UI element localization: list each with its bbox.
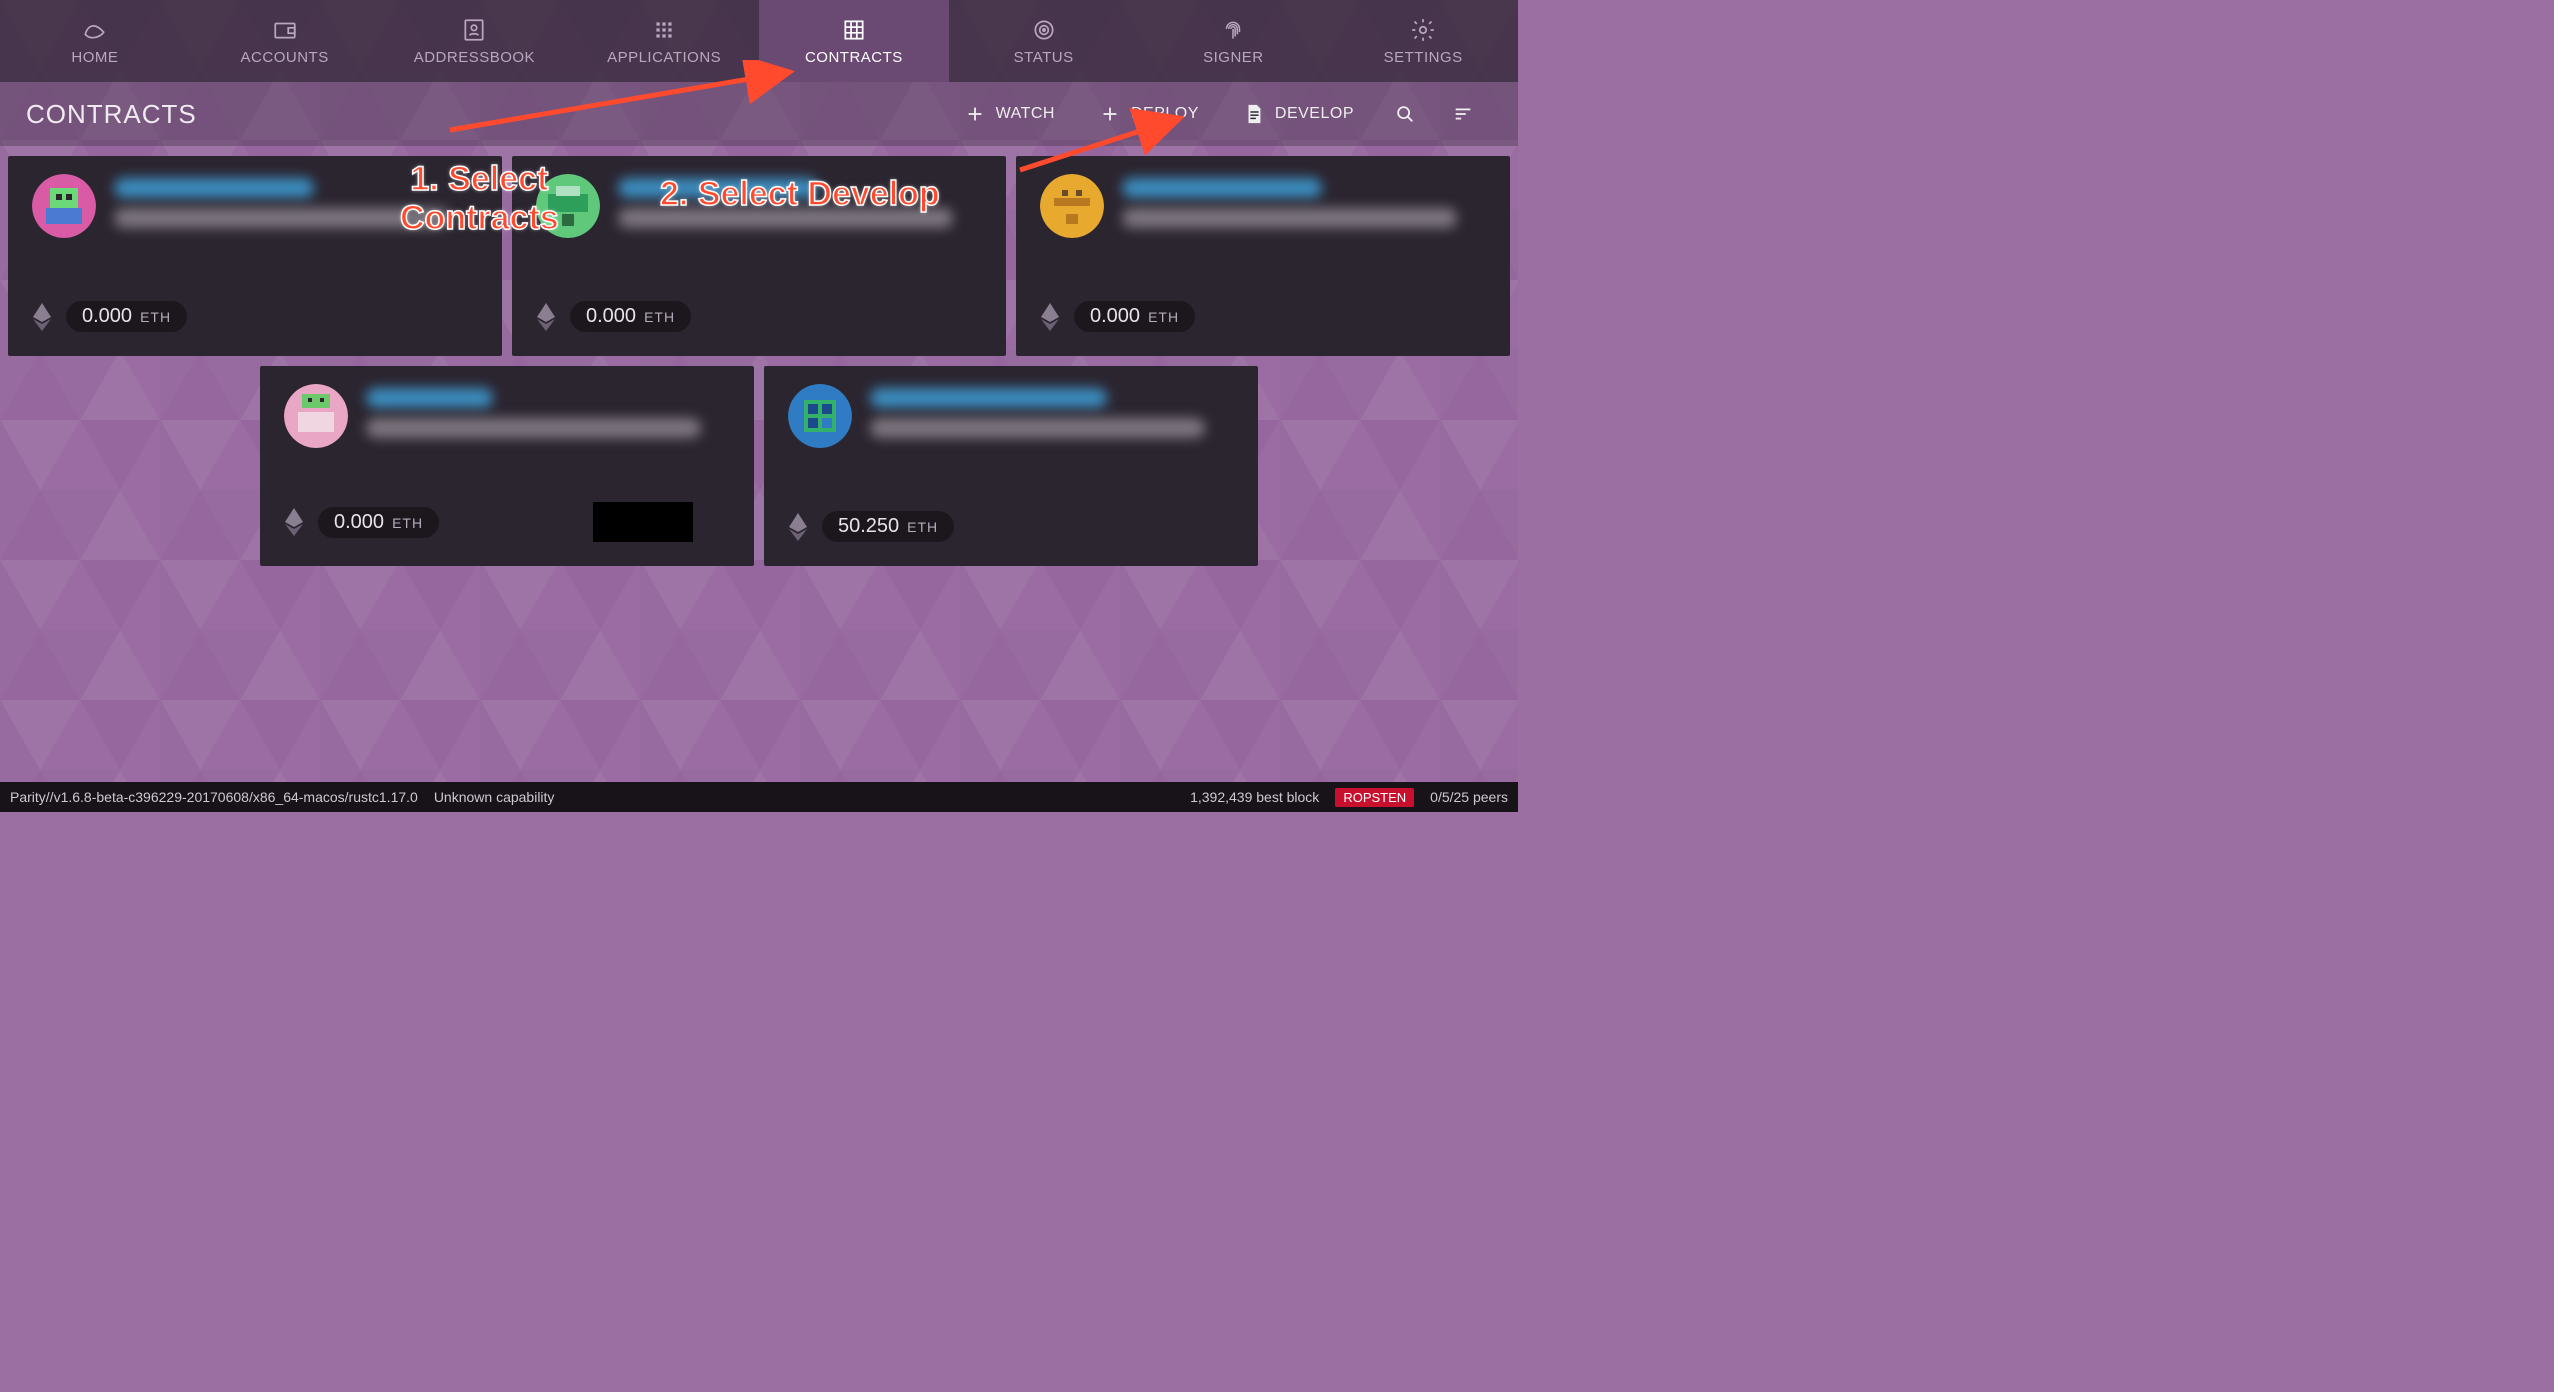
identicon-avatar — [536, 174, 600, 238]
best-block-text: 1,392,439 best block — [1190, 789, 1319, 805]
contracts-grid: 0.000 ETH 0.000 ETH — [0, 146, 1518, 586]
nav-label: CONTRACTS — [805, 49, 903, 66]
balance-pill: 0.000 ETH — [570, 301, 691, 332]
balance-value: 0.000 — [586, 305, 636, 328]
balance-currency: ETH — [644, 309, 675, 325]
nav-applications[interactable]: APPLICATIONS — [569, 0, 759, 82]
contract-info-blurred — [1122, 174, 1486, 238]
wallet-icon — [272, 17, 298, 43]
plus-icon — [964, 103, 986, 125]
nav-label: APPLICATIONS — [607, 49, 721, 66]
deploy-button[interactable]: DEPLOY — [1077, 82, 1221, 146]
balance-pill: 0.000 ETH — [1074, 301, 1195, 332]
target-icon — [1031, 17, 1057, 43]
identicon-avatar — [284, 384, 348, 448]
action-label: DEPLOY — [1131, 105, 1199, 123]
identicon-avatar — [788, 384, 852, 448]
nav-home[interactable]: HOME — [0, 0, 190, 82]
balance-pill: 0.000 ETH — [66, 301, 187, 332]
contract-card[interactable]: 0.000 ETH — [8, 156, 502, 356]
contract-card[interactable]: 50.250 ETH — [764, 366, 1258, 566]
page-title: CONTRACTS — [26, 99, 197, 130]
nav-label: ADDRESSBOOK — [414, 49, 535, 66]
contract-info-blurred — [618, 174, 982, 238]
plus-icon — [1099, 103, 1121, 125]
fingerprint-icon — [1220, 17, 1246, 43]
ethereum-icon — [32, 302, 52, 332]
nav-label: SETTINGS — [1384, 49, 1463, 66]
balance-currency: ETH — [392, 515, 423, 531]
action-label: DEVELOP — [1275, 105, 1354, 123]
watch-button[interactable]: WATCH — [942, 82, 1077, 146]
contract-info-blurred — [114, 174, 478, 238]
search-button[interactable] — [1376, 82, 1434, 146]
balance-pill: 50.250 ETH — [822, 511, 954, 542]
status-bar: Parity//v1.6.8-beta-c396229-20170608/x86… — [0, 782, 1518, 812]
identicon-avatar — [1040, 174, 1104, 238]
contract-card[interactable]: 0.000 ETH — [1016, 156, 1510, 356]
nav-contracts[interactable]: CONTRACTS — [759, 0, 949, 82]
balance-value: 0.000 — [1090, 305, 1140, 328]
redacted-block — [593, 502, 693, 542]
wave-icon — [82, 17, 108, 43]
nav-label: SIGNER — [1203, 49, 1264, 66]
nav-label: STATUS — [1014, 49, 1074, 66]
nav-label: ACCOUNTS — [241, 49, 329, 66]
ethereum-icon — [284, 507, 304, 537]
sort-button[interactable] — [1434, 82, 1492, 146]
ethereum-icon — [788, 512, 808, 542]
grid-small-icon — [651, 17, 677, 43]
nav-addressbook[interactable]: ADDRESSBOOK — [380, 0, 570, 82]
contract-card[interactable]: 0.000 ETH — [512, 156, 1006, 356]
balance-pill: 0.000 ETH — [318, 507, 439, 538]
develop-button[interactable]: DEVELOP — [1221, 82, 1376, 146]
contract-info-blurred — [366, 384, 730, 448]
action-label: WATCH — [996, 105, 1055, 123]
nav-settings[interactable]: SETTINGS — [1328, 0, 1518, 82]
search-icon — [1394, 103, 1416, 125]
sort-icon — [1452, 103, 1474, 125]
contract-info-blurred — [870, 384, 1234, 448]
nav-status[interactable]: STATUS — [949, 0, 1139, 82]
top-nav: HOME ACCOUNTS ADDRESSBOOK APPLICATIONS C… — [0, 0, 1518, 82]
balance-value: 0.000 — [334, 511, 384, 534]
balance-value: 0.000 — [82, 305, 132, 328]
contact-icon — [461, 17, 487, 43]
balance-currency: ETH — [1148, 309, 1179, 325]
grid-icon — [841, 17, 867, 43]
nav-accounts[interactable]: ACCOUNTS — [190, 0, 380, 82]
identicon-avatar — [32, 174, 96, 238]
ethereum-icon — [536, 302, 556, 332]
balance-currency: ETH — [140, 309, 171, 325]
network-badge: ROPSTEN — [1335, 788, 1414, 807]
nav-signer[interactable]: SIGNER — [1139, 0, 1329, 82]
ethereum-icon — [1040, 302, 1060, 332]
contract-card[interactable]: 0.000 ETH — [260, 366, 754, 566]
gear-icon — [1410, 17, 1436, 43]
capability-text: Unknown capability — [434, 789, 555, 805]
peers-text: 0/5/25 peers — [1430, 789, 1508, 805]
nav-label: HOME — [71, 49, 118, 66]
sub-action-bar: CONTRACTS WATCH DEPLOY DEVELOP — [0, 82, 1518, 146]
balance-currency: ETH — [907, 519, 938, 535]
document-icon — [1243, 103, 1265, 125]
balance-value: 50.250 — [838, 515, 899, 538]
version-text: Parity//v1.6.8-beta-c396229-20170608/x86… — [10, 789, 418, 805]
